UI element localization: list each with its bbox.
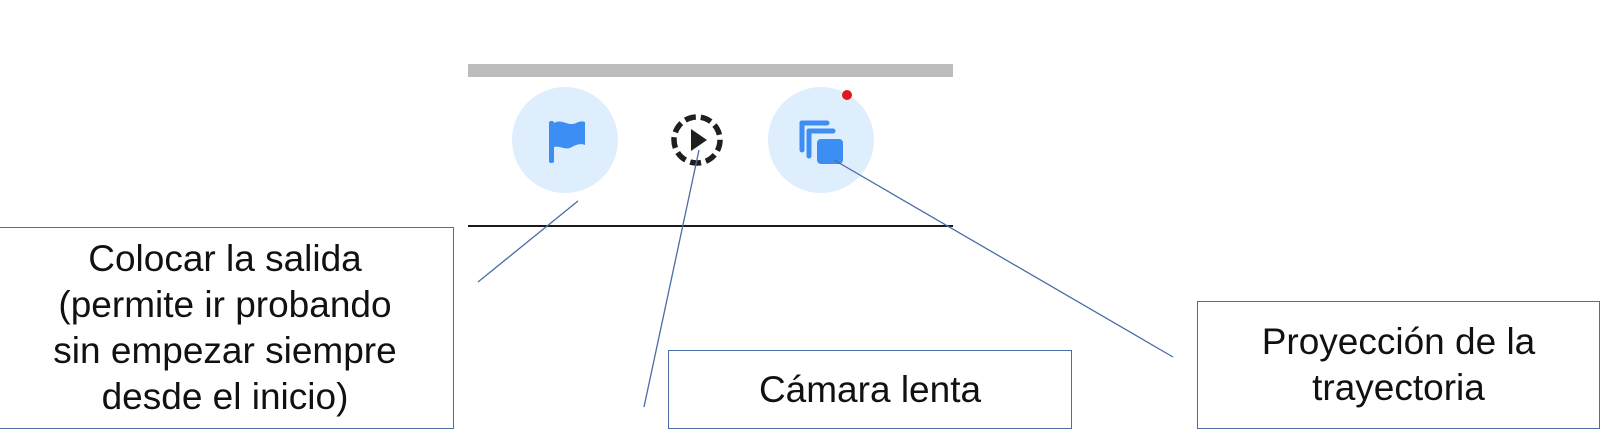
leader-line-start: [477, 200, 579, 283]
toolbar-bottom-line: [468, 225, 953, 227]
set-start-button[interactable]: [512, 87, 618, 193]
callout-slow-motion: Cámara lenta: [668, 350, 1072, 429]
callout-set-start: Colocar la salida (permite ir probando s…: [0, 227, 454, 429]
trajectory-projection-button[interactable]: [768, 87, 874, 193]
slow-motion-button[interactable]: [644, 87, 750, 193]
toolbar-top-bar: [468, 64, 953, 77]
slow-motion-play-icon: [671, 114, 723, 166]
flag-icon: [549, 121, 585, 163]
layers-icon: [799, 120, 843, 164]
callout-trajectory-projection: Proyección de la trayectoria: [1197, 301, 1600, 429]
leader-line-projection: [833, 159, 1174, 358]
notification-dot: [842, 90, 852, 100]
